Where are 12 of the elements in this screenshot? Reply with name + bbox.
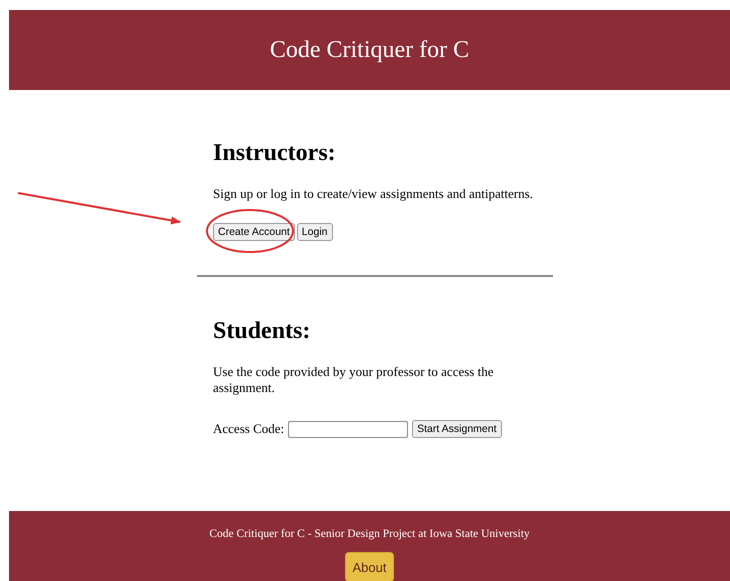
section-heading: Instructors:	[212, 140, 337, 167]
access-code-field[interactable]	[288, 420, 408, 438]
section-heading: Students:	[212, 318, 312, 345]
about-button[interactable]: About	[344, 552, 394, 581]
instructions-text: Sign up or log in to create/view assignments and antipatterns.	[212, 186, 534, 202]
login-button[interactable]: Login	[296, 223, 332, 241]
site-title: Code Critiquer for C	[270, 36, 470, 64]
field-label: Access Code:	[213, 421, 284, 437]
footer-text: Code Critiquer for C - Senior Design Project at Iowa State University	[209, 528, 530, 540]
start-assignment-button[interactable]: Start Assignment	[412, 420, 502, 438]
create-account-button[interactable]: Create Account	[213, 223, 295, 241]
instructions-text: Use the code provided by your professor to access the assignment.	[212, 364, 494, 396]
